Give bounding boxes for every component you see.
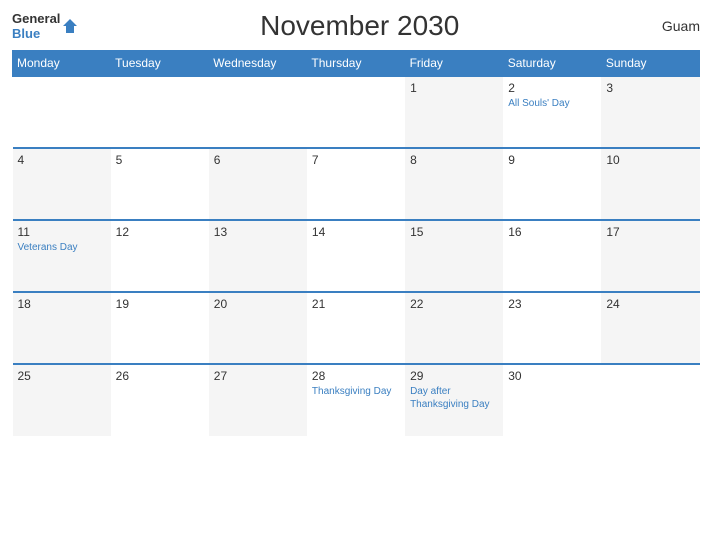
calendar-cell: 12	[111, 220, 209, 292]
holiday-label: Thanksgiving Day	[312, 385, 400, 398]
calendar-cell	[13, 76, 111, 148]
calendar-cell	[209, 76, 307, 148]
calendar-header: General Blue November 2030 Guam	[12, 10, 700, 42]
calendar-title: November 2030	[79, 10, 640, 42]
day-number: 6	[214, 153, 302, 167]
day-number: 12	[116, 225, 204, 239]
calendar-cell: 5	[111, 148, 209, 220]
calendar-cell: 24	[601, 292, 699, 364]
calendar-cell: 18	[13, 292, 111, 364]
calendar-cell	[601, 364, 699, 436]
day-number: 28	[312, 369, 400, 383]
day-number: 27	[214, 369, 302, 383]
calendar-cell: 3	[601, 76, 699, 148]
calendar-cell: 20	[209, 292, 307, 364]
day-number: 1	[410, 81, 498, 95]
weekday-wednesday: Wednesday	[209, 51, 307, 77]
day-number: 19	[116, 297, 204, 311]
calendar-week-row: 25 26 27 28 Thanksgiving Day 29 Day after Than…	[13, 364, 700, 436]
calendar-cell: 21	[307, 292, 405, 364]
calendar-cell: 8	[405, 148, 503, 220]
weekday-saturday: Saturday	[503, 51, 601, 77]
calendar-cell: 10	[601, 148, 699, 220]
calendar-cell	[111, 76, 209, 148]
day-number: 14	[312, 225, 400, 239]
day-number: 22	[410, 297, 498, 311]
calendar-cell: 11 Veterans Day	[13, 220, 111, 292]
holiday-label: Veterans Day	[18, 241, 106, 254]
calendar-week-row: 11 Veterans Day 12 13 14 15 16 17	[13, 220, 700, 292]
calendar-cell: 17	[601, 220, 699, 292]
weekday-friday: Friday	[405, 51, 503, 77]
calendar-cell: 30	[503, 364, 601, 436]
day-number: 20	[214, 297, 302, 311]
day-number: 2	[508, 81, 596, 95]
calendar-cell: 23	[503, 292, 601, 364]
calendar-region: Guam	[640, 18, 700, 34]
calendar-cell: 13	[209, 220, 307, 292]
calendar-cell: 19	[111, 292, 209, 364]
day-number: 7	[312, 153, 400, 167]
day-number: 8	[410, 153, 498, 167]
calendar-cell: 25	[13, 364, 111, 436]
weekday-tuesday: Tuesday	[111, 51, 209, 77]
day-number: 3	[606, 81, 694, 95]
logo: General Blue	[12, 11, 79, 41]
calendar-cell: 6	[209, 148, 307, 220]
day-number: 23	[508, 297, 596, 311]
logo-general-text: General	[12, 11, 60, 26]
weekday-header-row: Monday Tuesday Wednesday Thursday Friday…	[13, 51, 700, 77]
calendar-cell: 28 Thanksgiving Day	[307, 364, 405, 436]
day-number: 17	[606, 225, 694, 239]
day-number: 26	[116, 369, 204, 383]
calendar-week-row: 18 19 20 21 22 23 24	[13, 292, 700, 364]
day-number: 10	[606, 153, 694, 167]
calendar-cell: 29 Day after Thanksgiving Day	[405, 364, 503, 436]
calendar-cell: 4	[13, 148, 111, 220]
calendar-cell: 22	[405, 292, 503, 364]
day-number: 4	[18, 153, 106, 167]
calendar-cell: 9	[503, 148, 601, 220]
calendar-cell: 2 All Souls' Day	[503, 76, 601, 148]
day-number: 11	[18, 225, 106, 239]
weekday-sunday: Sunday	[601, 51, 699, 77]
day-number: 5	[116, 153, 204, 167]
day-number: 24	[606, 297, 694, 311]
day-number: 18	[18, 297, 106, 311]
weekday-monday: Monday	[13, 51, 111, 77]
logo-icon	[61, 17, 79, 35]
calendar-week-row: 456789 10	[13, 148, 700, 220]
day-number: 13	[214, 225, 302, 239]
calendar-cell: 7	[307, 148, 405, 220]
calendar-cell: 1	[405, 76, 503, 148]
holiday-label: All Souls' Day	[508, 97, 596, 110]
calendar-cell	[307, 76, 405, 148]
day-number: 16	[508, 225, 596, 239]
calendar-cell: 27	[209, 364, 307, 436]
calendar-cell: 15	[405, 220, 503, 292]
calendar-page: General Blue November 2030 Guam Monday T…	[0, 0, 712, 550]
day-number: 9	[508, 153, 596, 167]
day-number: 30	[508, 369, 596, 383]
logo-blue-text: Blue	[12, 26, 40, 41]
calendar-cell: 16	[503, 220, 601, 292]
calendar-table: Monday Tuesday Wednesday Thursday Friday…	[12, 50, 700, 436]
calendar-cell: 14	[307, 220, 405, 292]
calendar-cell: 26	[111, 364, 209, 436]
day-number: 29	[410, 369, 498, 383]
day-number: 21	[312, 297, 400, 311]
day-number: 25	[18, 369, 106, 383]
weekday-thursday: Thursday	[307, 51, 405, 77]
holiday-label: Day after Thanksgiving Day	[410, 385, 498, 411]
day-number: 15	[410, 225, 498, 239]
calendar-week-row: 12 All Souls' Day 3	[13, 76, 700, 148]
